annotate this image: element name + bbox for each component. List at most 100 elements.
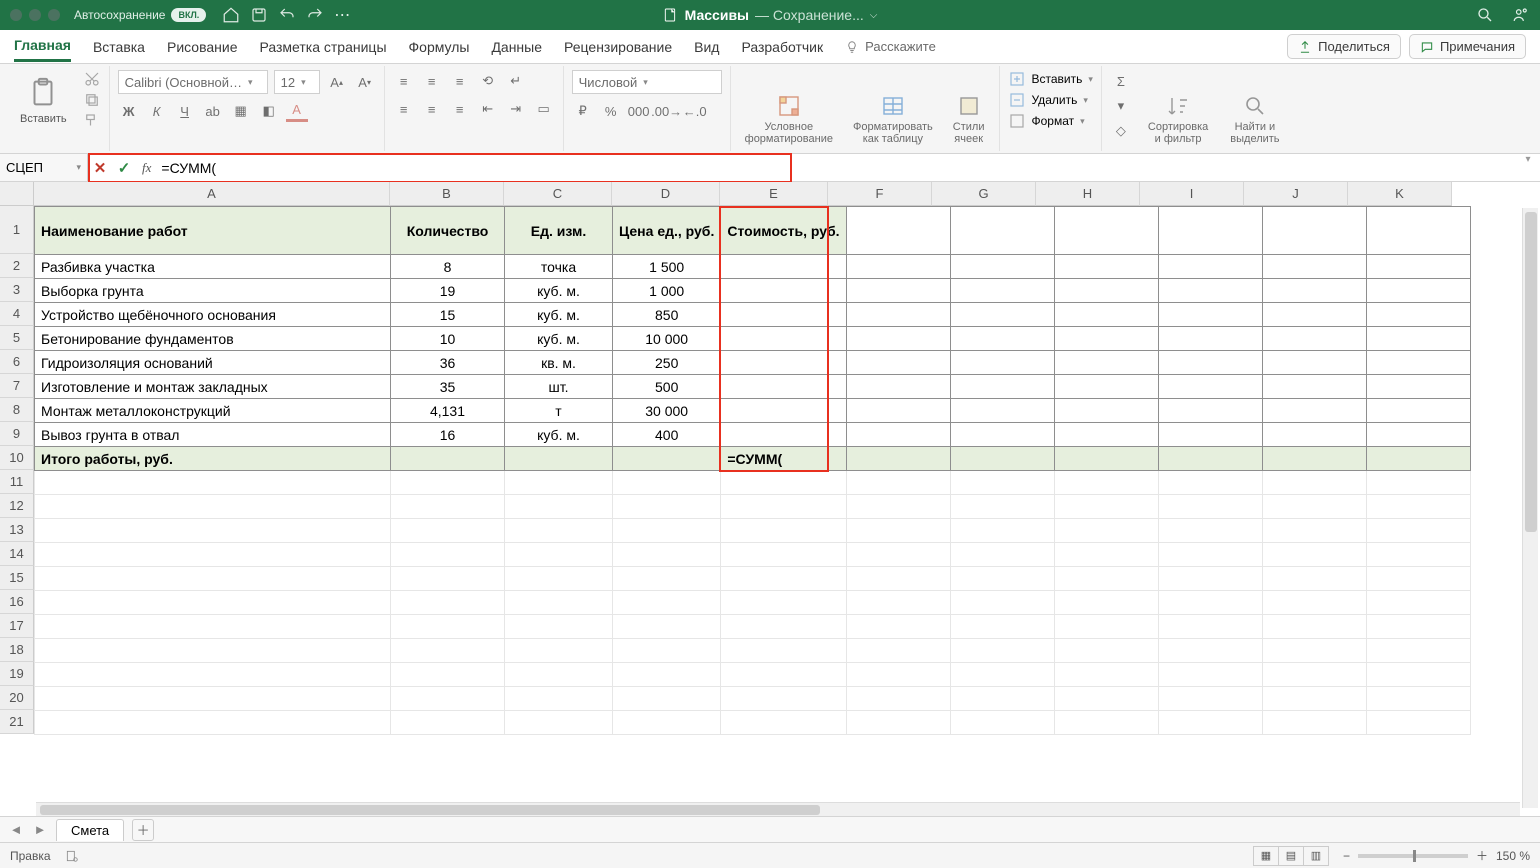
select-all-corner[interactable] [0, 182, 34, 206]
cell[interactable] [721, 303, 846, 327]
cell[interactable] [391, 711, 505, 735]
cell[interactable] [950, 255, 1054, 279]
cell[interactable] [846, 615, 950, 639]
zoom-in-icon[interactable]: ＋ [1476, 847, 1488, 864]
cell[interactable] [846, 303, 950, 327]
align-middle-icon[interactable]: ≡ [421, 70, 443, 92]
row-header[interactable]: 13 [0, 518, 34, 542]
cell[interactable] [846, 255, 950, 279]
cell[interactable] [1054, 399, 1158, 423]
cell[interactable] [1158, 543, 1262, 567]
row-header[interactable]: 10 [0, 446, 34, 470]
row-header[interactable]: 17 [0, 614, 34, 638]
cell[interactable] [1054, 279, 1158, 303]
column-header[interactable]: I [1140, 182, 1244, 206]
cell[interactable] [1262, 447, 1366, 471]
normal-view-icon[interactable]: ▦ [1253, 846, 1279, 866]
column-header[interactable]: E [720, 182, 828, 206]
redo-icon[interactable] [306, 6, 324, 24]
cell[interactable] [1366, 543, 1470, 567]
cell[interactable] [1366, 711, 1470, 735]
align-center-icon[interactable]: ≡ [421, 98, 443, 120]
cell[interactable] [1366, 471, 1470, 495]
wrap-text-icon[interactable]: ↵ [505, 70, 527, 92]
cell[interactable] [846, 327, 950, 351]
cell[interactable] [1158, 663, 1262, 687]
cell[interactable]: куб. м. [505, 423, 613, 447]
cell[interactable] [721, 663, 846, 687]
cell[interactable]: 1 000 [613, 279, 721, 303]
column-header[interactable]: A [34, 182, 390, 206]
cell[interactable] [846, 591, 950, 615]
cell[interactable] [35, 615, 391, 639]
cell[interactable] [1158, 519, 1262, 543]
cell[interactable]: 10 000 [613, 327, 721, 351]
cell[interactable] [1158, 279, 1262, 303]
cell[interactable] [1366, 615, 1470, 639]
cell[interactable] [505, 639, 613, 663]
percent-icon[interactable]: % [600, 100, 622, 122]
comma-icon[interactable]: 000 [628, 100, 650, 122]
column-header[interactable]: F [828, 182, 932, 206]
cell[interactable] [505, 447, 613, 471]
cell[interactable]: куб. м. [505, 327, 613, 351]
share-button[interactable]: Поделиться [1287, 34, 1401, 59]
cell[interactable] [950, 447, 1054, 471]
cell[interactable] [35, 519, 391, 543]
cell[interactable] [1366, 567, 1470, 591]
cell[interactable] [846, 471, 950, 495]
enter-formula-button[interactable]: ✓ [112, 159, 136, 177]
cell[interactable] [1262, 519, 1366, 543]
row-header[interactable]: 2 [0, 254, 34, 278]
cell[interactable] [950, 279, 1054, 303]
cell[interactable] [721, 711, 846, 735]
minimize-icon[interactable] [29, 9, 41, 21]
cell[interactable] [391, 663, 505, 687]
cell[interactable] [1054, 639, 1158, 663]
cell[interactable]: куб. м. [505, 279, 613, 303]
cell[interactable] [613, 519, 721, 543]
cell[interactable]: 35 [391, 375, 505, 399]
cell[interactable] [721, 279, 846, 303]
cell[interactable] [950, 375, 1054, 399]
column-header[interactable]: H [1036, 182, 1140, 206]
cell[interactable] [505, 471, 613, 495]
cell[interactable] [1054, 687, 1158, 711]
cell[interactable] [1158, 399, 1262, 423]
cell[interactable] [1366, 591, 1470, 615]
currency-icon[interactable]: ₽ [572, 100, 594, 122]
cell[interactable] [1262, 423, 1366, 447]
fx-icon[interactable]: fx [142, 160, 151, 176]
cell[interactable] [391, 639, 505, 663]
copy-icon[interactable] [83, 91, 101, 109]
column-header[interactable]: D [612, 182, 720, 206]
row-header[interactable]: 1 [0, 206, 34, 254]
tab-home[interactable]: Главная [14, 31, 71, 62]
cell[interactable] [1262, 471, 1366, 495]
cell[interactable] [1158, 567, 1262, 591]
cell[interactable] [1158, 375, 1262, 399]
cell[interactable]: Разбивка участка [35, 255, 391, 279]
cell[interactable] [35, 495, 391, 519]
cell[interactable] [846, 423, 950, 447]
cell[interactable] [1262, 567, 1366, 591]
sort-filter-button[interactable]: Сортировка и фильтр [1142, 70, 1214, 147]
cell[interactable] [1262, 495, 1366, 519]
cell[interactable] [505, 495, 613, 519]
add-sheet-button[interactable]: ＋ [132, 819, 154, 841]
autosave-toggle[interactable]: Автосохранение ВКЛ. [74, 8, 206, 22]
macro-record-icon[interactable] [65, 849, 79, 863]
increase-decimal-icon[interactable]: .00→ [656, 100, 678, 122]
autosum-icon[interactable]: Σ [1110, 70, 1132, 92]
tell-me[interactable]: Расскажите [845, 39, 936, 54]
row-header[interactable]: 16 [0, 590, 34, 614]
tab-review[interactable]: Рецензирование [564, 33, 672, 61]
cell[interactable] [721, 495, 846, 519]
cell[interactable] [1158, 591, 1262, 615]
document-title[interactable]: Массивы — Сохранение... ⌵ [663, 7, 878, 23]
row-header[interactable]: 19 [0, 662, 34, 686]
cell[interactable] [950, 711, 1054, 735]
cell[interactable]: Стоимость, руб. [721, 207, 846, 255]
cell[interactable] [613, 543, 721, 567]
zoom-out-icon[interactable]: − [1343, 849, 1350, 863]
